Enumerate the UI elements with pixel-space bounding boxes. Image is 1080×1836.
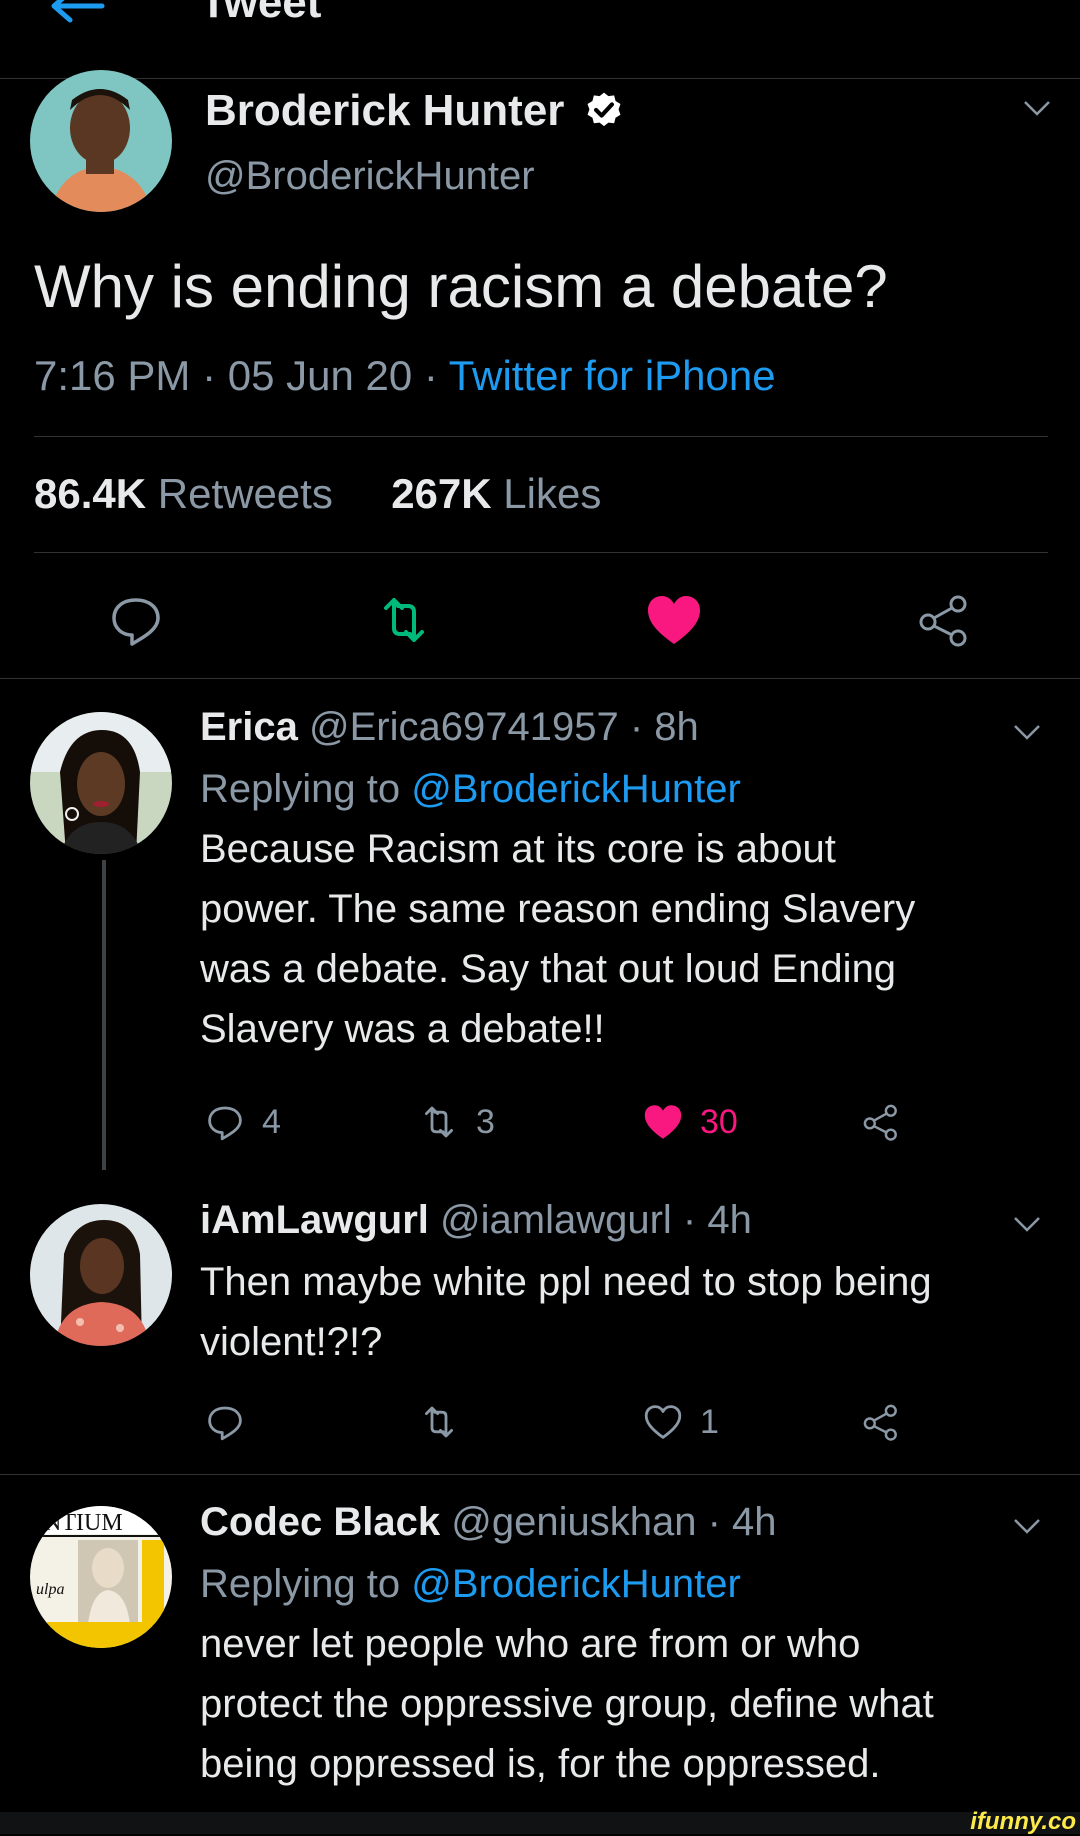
retweet-action[interactable] bbox=[418, 1400, 476, 1444]
reply-text-line: being oppressed is, for the oppressed. bbox=[200, 1742, 881, 1786]
page-title: Tweet bbox=[200, 0, 322, 27]
watermark-bar: ifunny.co bbox=[0, 1808, 1080, 1835]
back-arrow-icon[interactable] bbox=[46, 0, 106, 26]
chevron-down-icon[interactable] bbox=[1012, 1516, 1042, 1536]
like-filled-icon[interactable] bbox=[644, 590, 704, 650]
replying-to-label: Replying to bbox=[200, 767, 412, 811]
share-icon bbox=[863, 1104, 897, 1141]
reply-age: · 4h bbox=[671, 1198, 752, 1242]
reply-text: never let people who are from or who pro… bbox=[200, 1614, 934, 1794]
reply-text-line: Slavery was a debate!! bbox=[200, 1007, 605, 1051]
replying-to-label: Replying to bbox=[200, 1562, 412, 1606]
like-count: 30 bbox=[700, 1102, 738, 1141]
reply-author-handle[interactable]: @geniuskhan bbox=[451, 1500, 696, 1544]
top-bar: Tweet bbox=[0, 0, 1080, 79]
tweet-source-link[interactable]: Twitter for iPhone bbox=[449, 352, 776, 399]
like-action[interactable]: 1 bbox=[642, 1400, 719, 1444]
like-outline-icon bbox=[644, 1405, 682, 1439]
reply-text-line: protect the oppressive group, define wha… bbox=[200, 1682, 934, 1726]
reply-text-line: Because Racism at its core is about bbox=[200, 827, 836, 871]
chevron-down-icon[interactable] bbox=[1012, 1214, 1042, 1234]
divider bbox=[34, 436, 1048, 437]
reply-icon bbox=[208, 1106, 242, 1141]
retweet-icon bbox=[425, 1406, 453, 1438]
reply-header: Erica @Erica69741957 · 8h bbox=[200, 705, 699, 750]
main-author-name-text: Broderick Hunter bbox=[205, 86, 565, 135]
divider bbox=[0, 678, 1080, 679]
likes-stat[interactable]: 267K Likes bbox=[391, 470, 601, 517]
reply-text-line: was a debate. Say that out loud Ending bbox=[200, 947, 897, 991]
retweet-count: 3 bbox=[476, 1102, 495, 1141]
likes-count: 267K bbox=[391, 470, 492, 517]
like-action[interactable]: 30 bbox=[642, 1100, 738, 1144]
reply-author-handle[interactable]: @iamlawgurl bbox=[440, 1198, 672, 1242]
likes-label: Likes bbox=[503, 470, 602, 517]
reply-header: Codec Black @geniuskhan · 4h bbox=[200, 1500, 777, 1545]
like-count: 1 bbox=[700, 1402, 719, 1441]
reply-text-line: never let people who are from or who bbox=[200, 1622, 861, 1666]
retweets-label: Retweets bbox=[157, 470, 333, 517]
reply-text-line: power. The same reason ending Slavery bbox=[200, 887, 916, 931]
tweet-stats: 86.4K Retweets 267K Likes bbox=[34, 470, 601, 518]
divider bbox=[34, 552, 1048, 553]
svg-text:ulpa: ulpa bbox=[36, 1581, 64, 1598]
retweet-icon[interactable] bbox=[374, 590, 434, 650]
reply-text: Then maybe white ppl need to stop being … bbox=[200, 1252, 932, 1372]
retweet-icon bbox=[425, 1106, 453, 1138]
avatar-broderick[interactable] bbox=[30, 70, 172, 212]
reply-count: 4 bbox=[262, 1102, 281, 1141]
chevron-down-icon[interactable] bbox=[1012, 722, 1042, 742]
avatar-erica[interactable] bbox=[30, 712, 172, 854]
avatar-iamlawgurl[interactable] bbox=[30, 1204, 172, 1346]
reply-author-name[interactable]: Erica bbox=[200, 705, 298, 749]
avatar-codec-black[interactable]: NTIUM ulpa bbox=[30, 1506, 172, 1648]
share-action[interactable] bbox=[860, 1100, 918, 1144]
reply-icon bbox=[208, 1406, 242, 1441]
retweet-action[interactable]: 3 bbox=[418, 1100, 495, 1144]
share-icon bbox=[863, 1404, 897, 1441]
reply-age: · 4h bbox=[696, 1500, 777, 1544]
tweet-timestamp: 7:16 PM · 05 Jun 20 · bbox=[34, 352, 449, 399]
reply-action[interactable] bbox=[204, 1400, 262, 1444]
reply-author-handle[interactable]: @Erica69741957 bbox=[309, 705, 619, 749]
divider bbox=[0, 1474, 1080, 1475]
retweets-stat[interactable]: 86.4K Retweets bbox=[34, 470, 333, 517]
share-action[interactable] bbox=[860, 1400, 918, 1444]
reply-text-line: Then maybe white ppl need to stop being bbox=[200, 1260, 932, 1304]
replying-to: Replying to @BroderickHunter bbox=[200, 1562, 741, 1607]
tweet-text: Why is ending racism a debate? bbox=[34, 253, 888, 320]
reply-author-name[interactable]: Codec Black bbox=[200, 1500, 440, 1544]
main-author-name[interactable]: Broderick Hunter bbox=[205, 86, 623, 136]
like-filled-icon bbox=[644, 1105, 682, 1139]
replying-to-mention[interactable]: @BroderickHunter bbox=[411, 767, 741, 811]
svg-text:NTIUM: NTIUM bbox=[44, 1510, 123, 1536]
thread-line bbox=[102, 860, 106, 1170]
verified-badge-icon bbox=[587, 92, 621, 127]
replying-to-mention[interactable]: @BroderickHunter bbox=[411, 1562, 741, 1606]
replying-to: Replying to @BroderickHunter bbox=[200, 767, 741, 812]
reply-age: · 8h bbox=[618, 705, 699, 749]
reply-author-name[interactable]: iAmLawgurl bbox=[200, 1198, 429, 1242]
tweet-meta: 7:16 PM · 05 Jun 20 · Twitter for iPhone bbox=[34, 352, 776, 400]
reply-icon[interactable] bbox=[106, 590, 166, 650]
share-icon[interactable] bbox=[914, 590, 974, 650]
reply-action[interactable]: 4 bbox=[204, 1100, 281, 1144]
retweets-count: 86.4K bbox=[34, 470, 147, 517]
reply-text: Because Racism at its core is about powe… bbox=[200, 819, 915, 1059]
main-author-handle[interactable]: @BroderickHunter bbox=[205, 154, 535, 199]
chevron-down-icon[interactable] bbox=[1022, 98, 1052, 118]
reply-header: iAmLawgurl @iamlawgurl · 4h bbox=[200, 1198, 752, 1243]
watermark-text: ifunny.co bbox=[970, 1808, 1076, 1835]
reply-text-line: violent!?!? bbox=[200, 1320, 383, 1364]
